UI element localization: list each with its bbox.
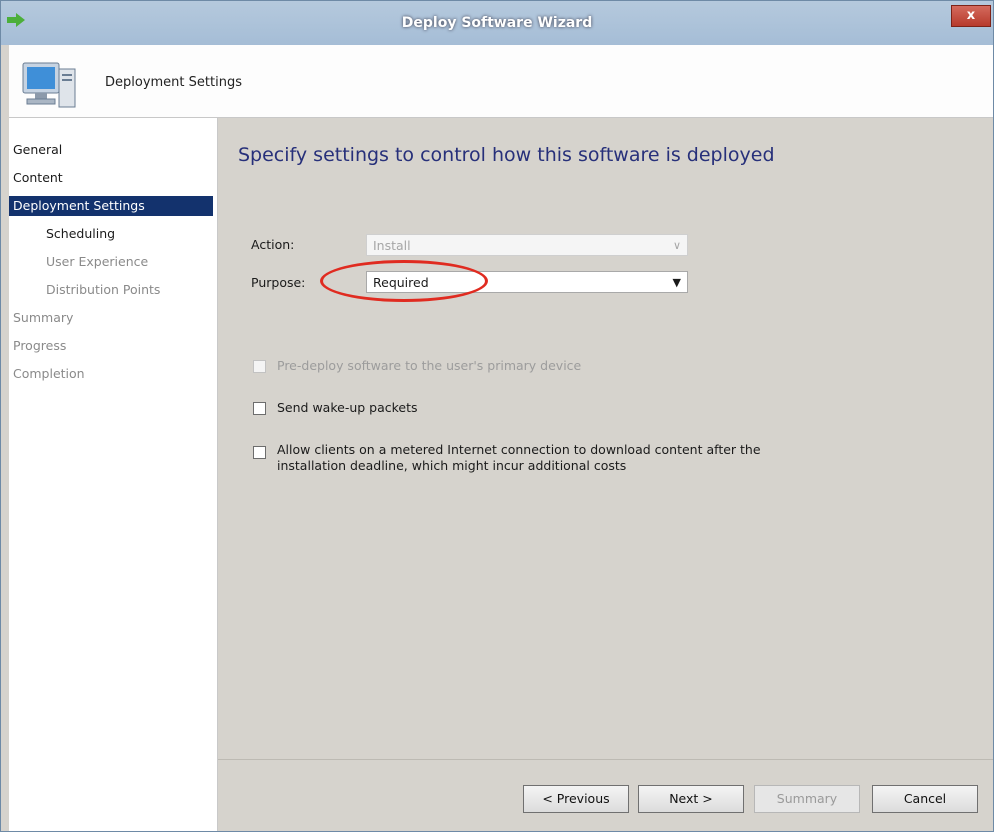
wakeup-label: Send wake-up packets — [277, 400, 418, 415]
chevron-down-icon: ∨ — [672, 239, 681, 252]
wizard-footer: < Previous Next > Summary Cancel — [218, 760, 993, 831]
action-select[interactable]: Install ∨ — [366, 234, 688, 256]
previous-button[interactable]: < Previous — [523, 785, 629, 813]
left-frame — [1, 45, 9, 831]
nav-item-completion[interactable]: Completion — [9, 364, 213, 384]
predeploy-label: Pre-deploy software to the user's primar… — [277, 358, 582, 373]
nav-item-user-experience[interactable]: User Experience — [9, 252, 213, 272]
highlight-ellipse — [320, 260, 488, 302]
predeploy-checkbox[interactable] — [253, 360, 266, 373]
nav-item-scheduling[interactable]: Scheduling — [9, 224, 213, 244]
title-bar[interactable]: Deploy Software Wizard x — [1, 1, 993, 45]
window-title: Deploy Software Wizard — [401, 15, 593, 31]
close-button[interactable]: x — [951, 5, 991, 27]
nav-item-general[interactable]: General — [9, 140, 213, 160]
wakeup-checkbox[interactable] — [253, 402, 266, 415]
page-heading: Specify settings to control how this sof… — [238, 144, 775, 166]
wizard-window: Deploy Software Wizard x Deployment Sett… — [0, 0, 994, 832]
action-value: Install — [373, 238, 411, 253]
action-label: Action: — [251, 237, 295, 252]
next-button[interactable]: Next > — [638, 785, 744, 813]
nav-item-progress[interactable]: Progress — [9, 336, 213, 356]
nav-item-distribution-points[interactable]: Distribution Points — [9, 280, 213, 300]
summary-button[interactable]: Summary — [754, 785, 860, 813]
wizard-header: Deployment Settings — [9, 45, 993, 118]
cancel-button[interactable]: Cancel — [872, 785, 978, 813]
chevron-down-icon: ▼ — [672, 276, 681, 289]
metered-label-line1: Allow clients on a metered Internet conn… — [277, 442, 761, 457]
wizard-nav: General Content Deployment Settings Sche… — [9, 118, 218, 831]
metered-label-line2: installation deadline, which might incur… — [277, 458, 627, 473]
close-icon: x — [966, 8, 976, 23]
metered-label: Allow clients on a metered Internet conn… — [277, 442, 761, 474]
nav-item-content[interactable]: Content — [9, 168, 213, 188]
header-title: Deployment Settings — [105, 75, 242, 90]
computer-icon — [22, 62, 76, 108]
purpose-label: Purpose: — [251, 275, 306, 290]
nav-item-summary[interactable]: Summary — [9, 308, 213, 328]
nav-item-deployment-settings[interactable]: Deployment Settings — [9, 196, 213, 216]
metered-checkbox[interactable] — [253, 446, 266, 459]
content-panel: Specify settings to control how this sof… — [218, 118, 993, 760]
